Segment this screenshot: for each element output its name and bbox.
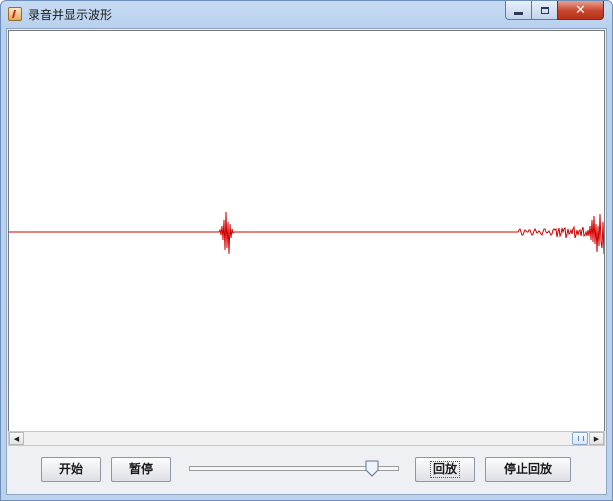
- close-button[interactable]: ✕: [557, 1, 604, 20]
- waveform-svg: [9, 211, 604, 255]
- scroll-thumb[interactable]: [572, 432, 588, 445]
- pause-button[interactable]: 暂停: [111, 457, 171, 482]
- stop-replay-button[interactable]: 停止回放: [485, 457, 571, 482]
- arrow-right-icon[interactable]: ▶: [589, 432, 604, 445]
- window-title: 录音并显示波形: [28, 8, 113, 22]
- minimize-icon: [514, 11, 523, 15]
- minimize-button[interactable]: [505, 1, 532, 20]
- maximize-icon: [540, 6, 549, 14]
- waveform-canvas: [8, 30, 605, 432]
- replay-label: 回放: [429, 461, 460, 478]
- java-coffee-icon: [8, 7, 22, 21]
- content-pane: ◀ ▶ 开始 暂停 回放 停止回放: [6, 28, 607, 495]
- maximize-button[interactable]: [531, 1, 558, 20]
- replay-button[interactable]: 回放: [415, 457, 475, 482]
- scroll-track[interactable]: [24, 432, 589, 445]
- arrow-left-icon[interactable]: ◀: [9, 432, 24, 445]
- close-icon: ✕: [575, 2, 586, 18]
- horizontal-scrollbar[interactable]: ◀ ▶: [8, 431, 605, 446]
- title-bar[interactable]: 录音并显示波形 ✕: [1, 1, 612, 27]
- slider-thumb[interactable]: [365, 460, 379, 477]
- start-button[interactable]: 开始: [41, 457, 101, 482]
- app-window: 录音并显示波形 ✕ ◀ ▶ 开始 暂停 回放 停止回放: [0, 0, 613, 501]
- volume-slider[interactable]: [189, 460, 399, 480]
- waveform-line: [9, 211, 604, 255]
